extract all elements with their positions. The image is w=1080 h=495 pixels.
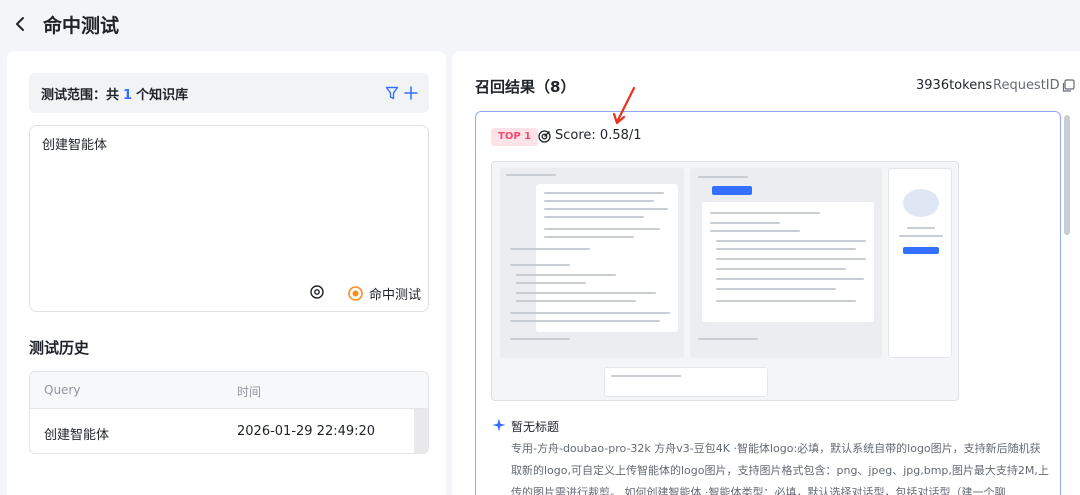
document-title: 暂无标题	[511, 420, 560, 434]
result-card[interactable]: TOP 1 Score: 0.58/1 暂无标题 专用-方舟-doubao-pr…	[475, 111, 1061, 495]
history-table-header: Query 时间	[30, 372, 428, 409]
test-scope-text: 测试范围：共 1 个知识库	[41, 84, 188, 103]
request-id-label: RequestID	[993, 78, 1060, 93]
plus-icon[interactable]	[404, 85, 418, 101]
token-count: 3936tokens	[916, 78, 993, 93]
results-panel: 召回结果（8） 3936tokens RequestID TOP 1 Score…	[452, 51, 1080, 495]
row-time: 2026-01-29 22:49:20	[237, 424, 376, 439]
preview-input-box	[604, 367, 768, 397]
scope-suffix: 个知识库	[136, 87, 189, 103]
history-table: Query 时间 创建智能体 2026-01-29 22:49:20	[29, 371, 429, 454]
hit-test-button[interactable]: 命中测试	[348, 282, 421, 304]
column-time: 时间	[237, 385, 262, 399]
header-bar: 命中测试	[0, 0, 1080, 48]
page-title: 命中测试	[43, 15, 120, 37]
row-query: 创建智能体	[44, 428, 110, 443]
table-scrollbar[interactable]	[414, 409, 428, 453]
preview-answer-pane	[690, 168, 882, 358]
filter-icon[interactable]	[385, 85, 399, 101]
column-query: Query	[44, 383, 81, 397]
history-title: 测试历史	[29, 339, 90, 357]
copy-icon[interactable]	[1061, 79, 1075, 93]
test-scope-bar: 测试范围：共 1 个知识库	[29, 73, 429, 113]
preview-agent-card	[888, 168, 952, 358]
sparkle-icon	[492, 418, 506, 432]
test-panel: 测试范围：共 1 个知识库 创建智能体 命中测试 测试历史 Query 时间 创…	[7, 51, 446, 495]
rank-badge: TOP 1	[491, 128, 539, 146]
scope-count[interactable]: 1	[123, 88, 132, 103]
result-title: 召回结果（8）	[475, 78, 576, 96]
score-text: Score: 0.58/1	[555, 128, 642, 143]
query-input[interactable]: 创建智能体 命中测试	[29, 125, 429, 312]
scope-prefix: 测试范围：共	[41, 87, 120, 103]
hit-test-label: 命中测试	[369, 287, 422, 303]
chevron-left-icon[interactable]	[12, 14, 28, 34]
score-icon	[538, 130, 551, 143]
table-row[interactable]: 创建智能体 2026-01-29 22:49:20	[30, 409, 428, 453]
document-content: 专用-方舟-doubao-pro-32k 方舟v3-豆包4K ·智能体logo:…	[511, 442, 1049, 495]
target-icon[interactable]	[309, 284, 325, 300]
preview-chat-pane	[500, 168, 684, 358]
results-scrollbar[interactable]	[1064, 115, 1070, 235]
screenshot-preview-image[interactable]	[491, 161, 959, 401]
hit-test-icon	[348, 285, 363, 301]
query-text[interactable]: 创建智能体	[42, 134, 107, 153]
